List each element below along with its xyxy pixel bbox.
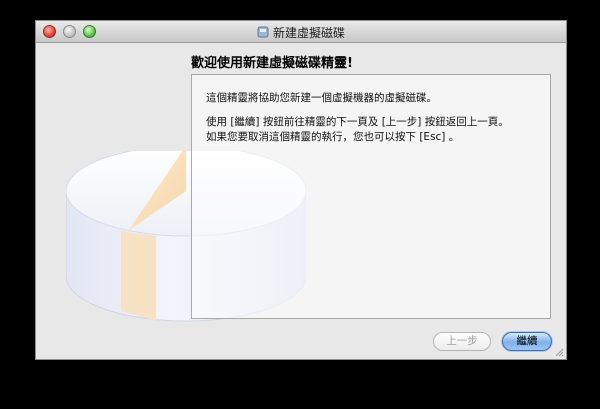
instruction-line-1: 使用 [繼續] 按鈕前往精靈的下一頁及 [上一步] 按鈕返回上一頁。	[206, 116, 509, 128]
instruction-text: 使用 [繼續] 按鈕前往精靈的下一頁及 [上一步] 按鈕返回上一頁。 如果您要取…	[206, 115, 546, 145]
disk-icon	[257, 26, 269, 38]
continue-button[interactable]: 繼續	[502, 332, 552, 351]
content-panel: 這個精靈將協助您新建一個虛擬機器的虛擬磁碟。 使用 [繼續] 按鈕前往精靈的下一…	[191, 74, 551, 319]
instruction-line-2: 如果您要取消這個精靈的執行，您也可以按下 [Esc] 。	[206, 131, 460, 143]
intro-text: 這個精靈將協助您新建一個虛擬機器的虛擬磁碟。	[206, 92, 437, 104]
wizard-heading: 歡迎使用新建虛擬磁碟精靈!	[191, 56, 353, 71]
window-title-group: 新建虛擬磁碟	[36, 24, 566, 41]
window-title: 新建虛擬磁碟	[272, 26, 345, 40]
title-bar[interactable]: 新建虛擬磁碟	[36, 21, 566, 43]
back-button[interactable]: 上一步	[433, 332, 491, 351]
wizard-window: 新建虛擬磁碟 歡迎使用新建虛擬磁碟精靈! 這個精靈將協助您新建一個虛擬機器的虛擬…	[35, 20, 567, 360]
resize-grip-icon[interactable]	[554, 347, 564, 357]
